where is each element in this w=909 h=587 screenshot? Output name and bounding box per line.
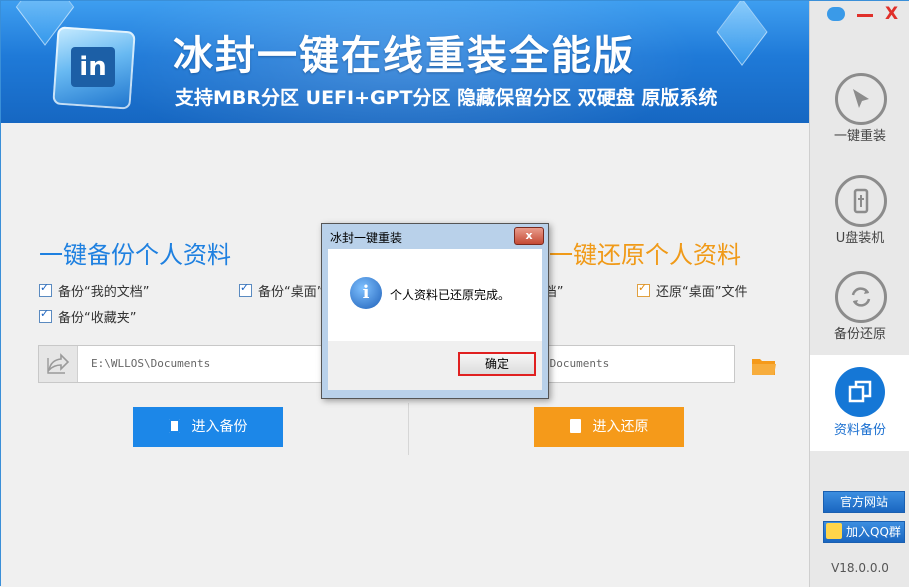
dialog-footer: 确定: [328, 341, 542, 390]
sidebar-item-usb-install[interactable]: U盘装机: [810, 163, 909, 259]
restore-desktop-checkbox[interactable]: 还原“桌面”文件: [637, 281, 747, 300]
join-qq-group-button[interactable]: 加入QQ群: [823, 521, 905, 543]
app-subtitle: 支持MBR分区 UEFI+GPT分区 隐藏保留分区 双硬盘 原版系统: [175, 87, 718, 109]
official-website-button[interactable]: 官方网站: [823, 491, 905, 513]
dialog-title: 冰封一键重装: [330, 231, 403, 245]
join-qq-group-label: 加入QQ群: [846, 525, 901, 539]
sidebar-item-data-backup[interactable]: 资料备份: [810, 355, 909, 451]
dialog-body: i 个人资料已还原完成。: [328, 249, 542, 341]
checkbox-checked-icon: [39, 281, 52, 297]
title-bar-controls: X: [809, 1, 909, 29]
backup-my-documents-checkbox[interactable]: 备份“我的文档”: [39, 281, 149, 300]
header-banner: in 冰封一键在线重装全能版 支持MBR分区 UEFI+GPT分区 隐藏保留分区…: [1, 1, 809, 123]
checkbox-checked-icon: [637, 281, 650, 297]
document-icon: [569, 419, 581, 433]
copy-icon: [835, 367, 885, 417]
dialog-close-button[interactable]: x: [514, 227, 544, 245]
version-label: V18.0.0.0: [831, 561, 889, 575]
section-divider: [408, 403, 409, 455]
sidebar: 一键重装 U盘装机 备份还原 资料备份 官方网站 加入QQ群 V18.0.0.0: [809, 1, 909, 587]
sidebar-item-one-key-reinstall[interactable]: 一键重装: [810, 61, 909, 157]
app-title: 冰封一键在线重装全能版: [173, 33, 635, 79]
checkbox-label: 还原“桌面”文件: [656, 285, 748, 300]
refresh-icon: [835, 271, 887, 323]
backup-favorites-checkbox[interactable]: 备份“收藏夹”: [39, 307, 136, 326]
app-window: in 冰封一键在线重装全能版 支持MBR分区 UEFI+GPT分区 隐藏保留分区…: [0, 0, 909, 587]
sidebar-item-label: 备份还原: [833, 327, 886, 342]
checkbox-checked-icon: [239, 281, 252, 297]
info-icon: i: [350, 277, 382, 309]
logo-in-icon: in: [71, 47, 115, 87]
backup-path-text: E:\WLLOS\Documents: [91, 357, 211, 370]
usb-icon: [835, 175, 887, 227]
sidebar-item-label: U盘装机: [835, 231, 885, 246]
dialog-message: 个人资料已还原完成。: [390, 288, 511, 302]
checkbox-label: 备份“收藏夹”: [58, 311, 137, 326]
restore-section-title: 一键还原个人资料: [549, 241, 741, 269]
chat-bubble-icon[interactable]: [827, 7, 845, 21]
backup-path-field[interactable]: E:\WLLOS\Documents: [38, 345, 338, 383]
cursor-icon: [835, 73, 887, 125]
close-button[interactable]: X: [885, 4, 898, 24]
ice-cube-decoration: [716, 1, 768, 66]
document-icon: [168, 419, 180, 433]
sidebar-item-backup-restore[interactable]: 备份还原: [810, 259, 909, 355]
folder-icon[interactable]: [751, 355, 777, 377]
enter-backup-label: 进入备份: [191, 419, 248, 435]
qq-avatar-icon: [826, 523, 842, 539]
sidebar-item-label: 一键重装: [833, 129, 886, 144]
checkbox-label: 备份“我的文档”: [58, 285, 150, 300]
message-dialog: 冰封一键重装 x i 个人资料已还原完成。 确定: [321, 223, 549, 399]
sidebar-item-label: 资料备份: [833, 423, 886, 438]
ok-button[interactable]: 确定: [458, 352, 536, 376]
minimize-button[interactable]: [857, 14, 873, 17]
enter-backup-button[interactable]: 进入备份: [133, 407, 283, 447]
backup-section-title: 一键备份个人资料: [39, 241, 231, 269]
enter-restore-label: 进入还原: [592, 419, 649, 435]
share-arrow-icon[interactable]: [39, 346, 78, 382]
checkbox-checked-icon: [39, 307, 52, 323]
app-logo: in: [43, 19, 147, 113]
enter-restore-button[interactable]: 进入还原: [534, 407, 684, 447]
